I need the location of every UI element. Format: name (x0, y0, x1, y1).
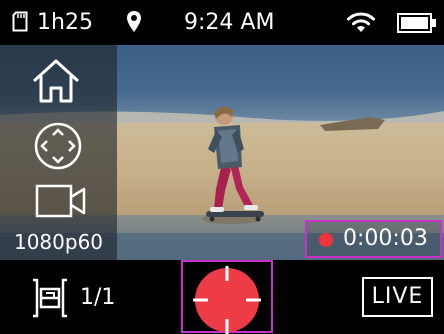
live-button[interactable]: LIVE (362, 277, 433, 317)
capture-mode-icon[interactable] (30, 277, 70, 319)
recording-indicator-icon (319, 233, 333, 247)
record-shutter-button[interactable] (181, 260, 273, 334)
clock: 9:24 AM (184, 10, 275, 35)
capture-count: 1/1 (80, 285, 116, 310)
status-bar: 1h25 9:24 AM (0, 0, 444, 45)
camera-screen: 1h25 9:24 AM 1080p60 0:00:03 1/1 LIVE (0, 0, 444, 334)
location-pin-icon (127, 11, 141, 32)
recording-timer: 0:00:03 (305, 220, 442, 258)
directional-pad-icon[interactable] (33, 121, 83, 171)
video-camera-icon[interactable] (35, 183, 87, 219)
resolution-label: 1080p60 (13, 230, 104, 254)
bottom-control-bar: 1/1 LIVE (0, 260, 444, 334)
sd-card-icon (12, 11, 28, 32)
battery-time-remaining: 1h25 (37, 10, 93, 35)
home-icon[interactable] (30, 57, 82, 105)
wifi-icon (347, 12, 375, 32)
elapsed-time: 0:00:03 (343, 226, 428, 251)
record-shutter-icon (193, 266, 261, 334)
battery-icon (397, 13, 436, 33)
side-control-panel: 1080p60 (0, 45, 117, 260)
